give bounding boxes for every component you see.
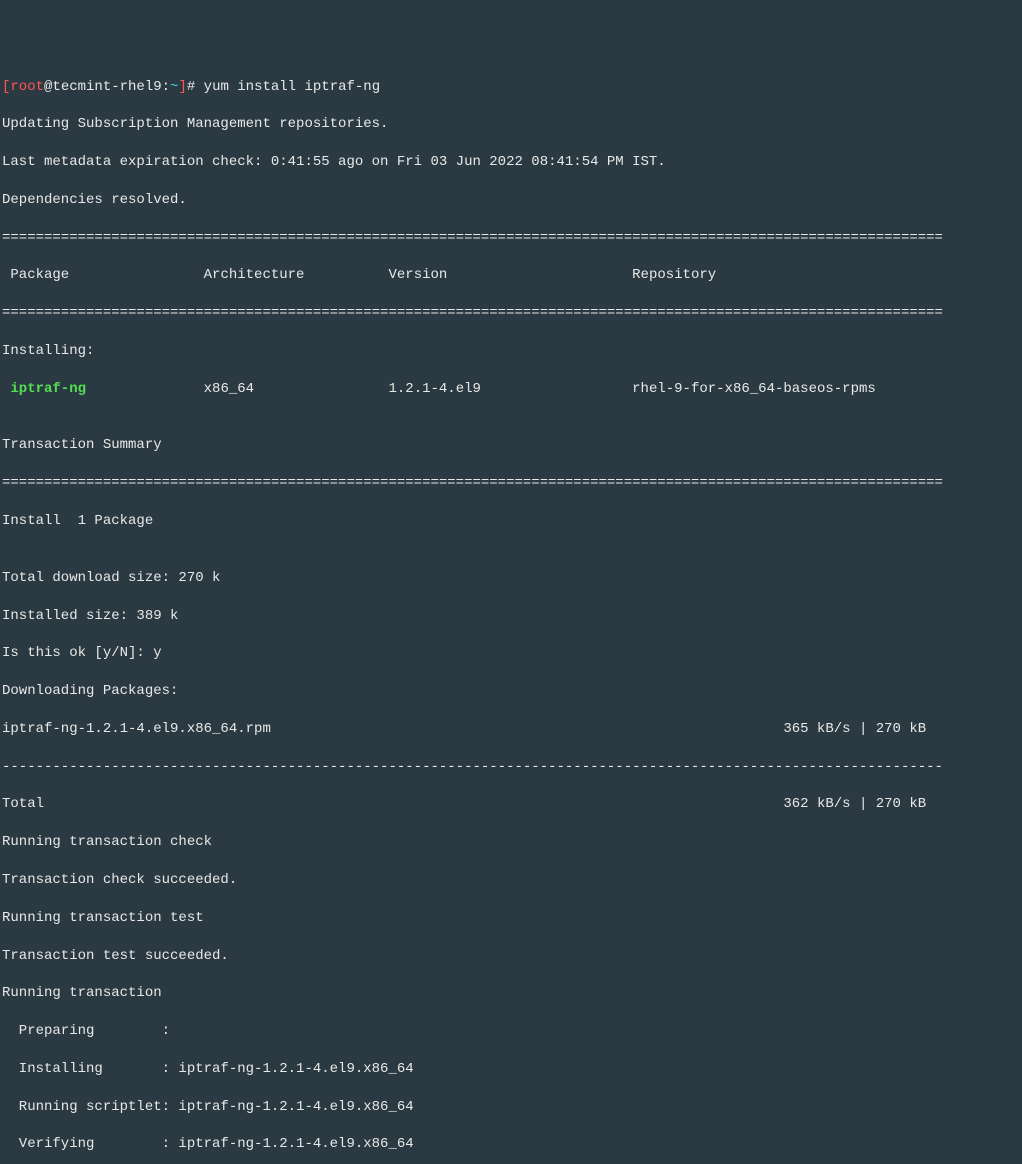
separator: ----------------------------------------… <box>2 758 1020 777</box>
prompt-bracket-close: ] <box>178 79 186 95</box>
table-header: Package Architecture Version Repository <box>2 266 1020 285</box>
output-line: Installing : iptraf-ng-1.2.1-4.el9.x86_6… <box>2 1060 1020 1079</box>
output-line: Updating Subscription Management reposit… <box>2 115 1020 134</box>
package-arch: x86_64 <box>204 381 254 397</box>
total-label: Total <box>2 796 44 812</box>
output-line: Running transaction test <box>2 909 1020 928</box>
confirm-prompt: Is this ok [y/N]: y <box>2 644 1020 663</box>
output-line: Last metadata expiration check: 0:41:55 … <box>2 153 1020 172</box>
rpm-download-line: iptraf-ng-1.2.1-4.el9.x86_64.rpm 365 kB/… <box>2 720 1020 739</box>
output-line: Transaction check succeeded. <box>2 871 1020 890</box>
download-size: Total download size: 270 k <box>2 569 1020 588</box>
rpm-speed: 365 kB/s | 270 kB <box>783 721 926 737</box>
header-package: Package <box>2 267 69 283</box>
prompt-line[interactable]: [root@tecmint-rhel9:~]# yum install iptr… <box>2 78 1020 97</box>
package-repo: rhel-9-for-x86_64-baseos-rpms <box>632 381 876 397</box>
total-line: Total 362 kB/s | 270 kB <box>2 795 1020 814</box>
output-line: Dependencies resolved. <box>2 191 1020 210</box>
package-row: iptraf-ng x86_64 1.2.1-4.el9 rhel-9-for-… <box>2 380 1020 399</box>
prompt-host: tecmint-rhel9 <box>52 79 161 95</box>
output-line: Verifying : iptraf-ng-1.2.1-4.el9.x86_64 <box>2 1135 1020 1154</box>
output-line: Running transaction check <box>2 833 1020 852</box>
installed-size: Installed size: 389 k <box>2 607 1020 626</box>
installing-label: Installing: <box>2 342 1020 361</box>
header-version: Version <box>388 267 447 283</box>
rpm-name: iptraf-ng-1.2.1-4.el9.x86_64.rpm <box>2 721 271 737</box>
output-line: Running scriptlet: iptraf-ng-1.2.1-4.el9… <box>2 1098 1020 1117</box>
separator: ========================================… <box>2 229 1020 248</box>
total-speed: 362 kB/s | 270 kB <box>783 796 926 812</box>
separator: ========================================… <box>2 474 1020 493</box>
output-line: Running transaction <box>2 984 1020 1003</box>
output-line: Preparing : <box>2 1022 1020 1041</box>
package-name: iptraf-ng <box>2 381 86 397</box>
header-arch: Architecture <box>204 267 305 283</box>
command-text: yum install iptraf-ng <box>204 79 380 95</box>
prompt-user: root <box>10 79 44 95</box>
downloading-label: Downloading Packages: <box>2 682 1020 701</box>
prompt-colon: : <box>162 79 170 95</box>
package-version: 1.2.1-4.el9 <box>388 381 480 397</box>
transaction-summary: Transaction Summary <box>2 436 1020 455</box>
header-repo: Repository <box>632 267 716 283</box>
prompt-symbol: # <box>187 79 195 95</box>
separator: ========================================… <box>2 304 1020 323</box>
install-count: Install 1 Package <box>2 512 1020 531</box>
output-line: Transaction test succeeded. <box>2 947 1020 966</box>
